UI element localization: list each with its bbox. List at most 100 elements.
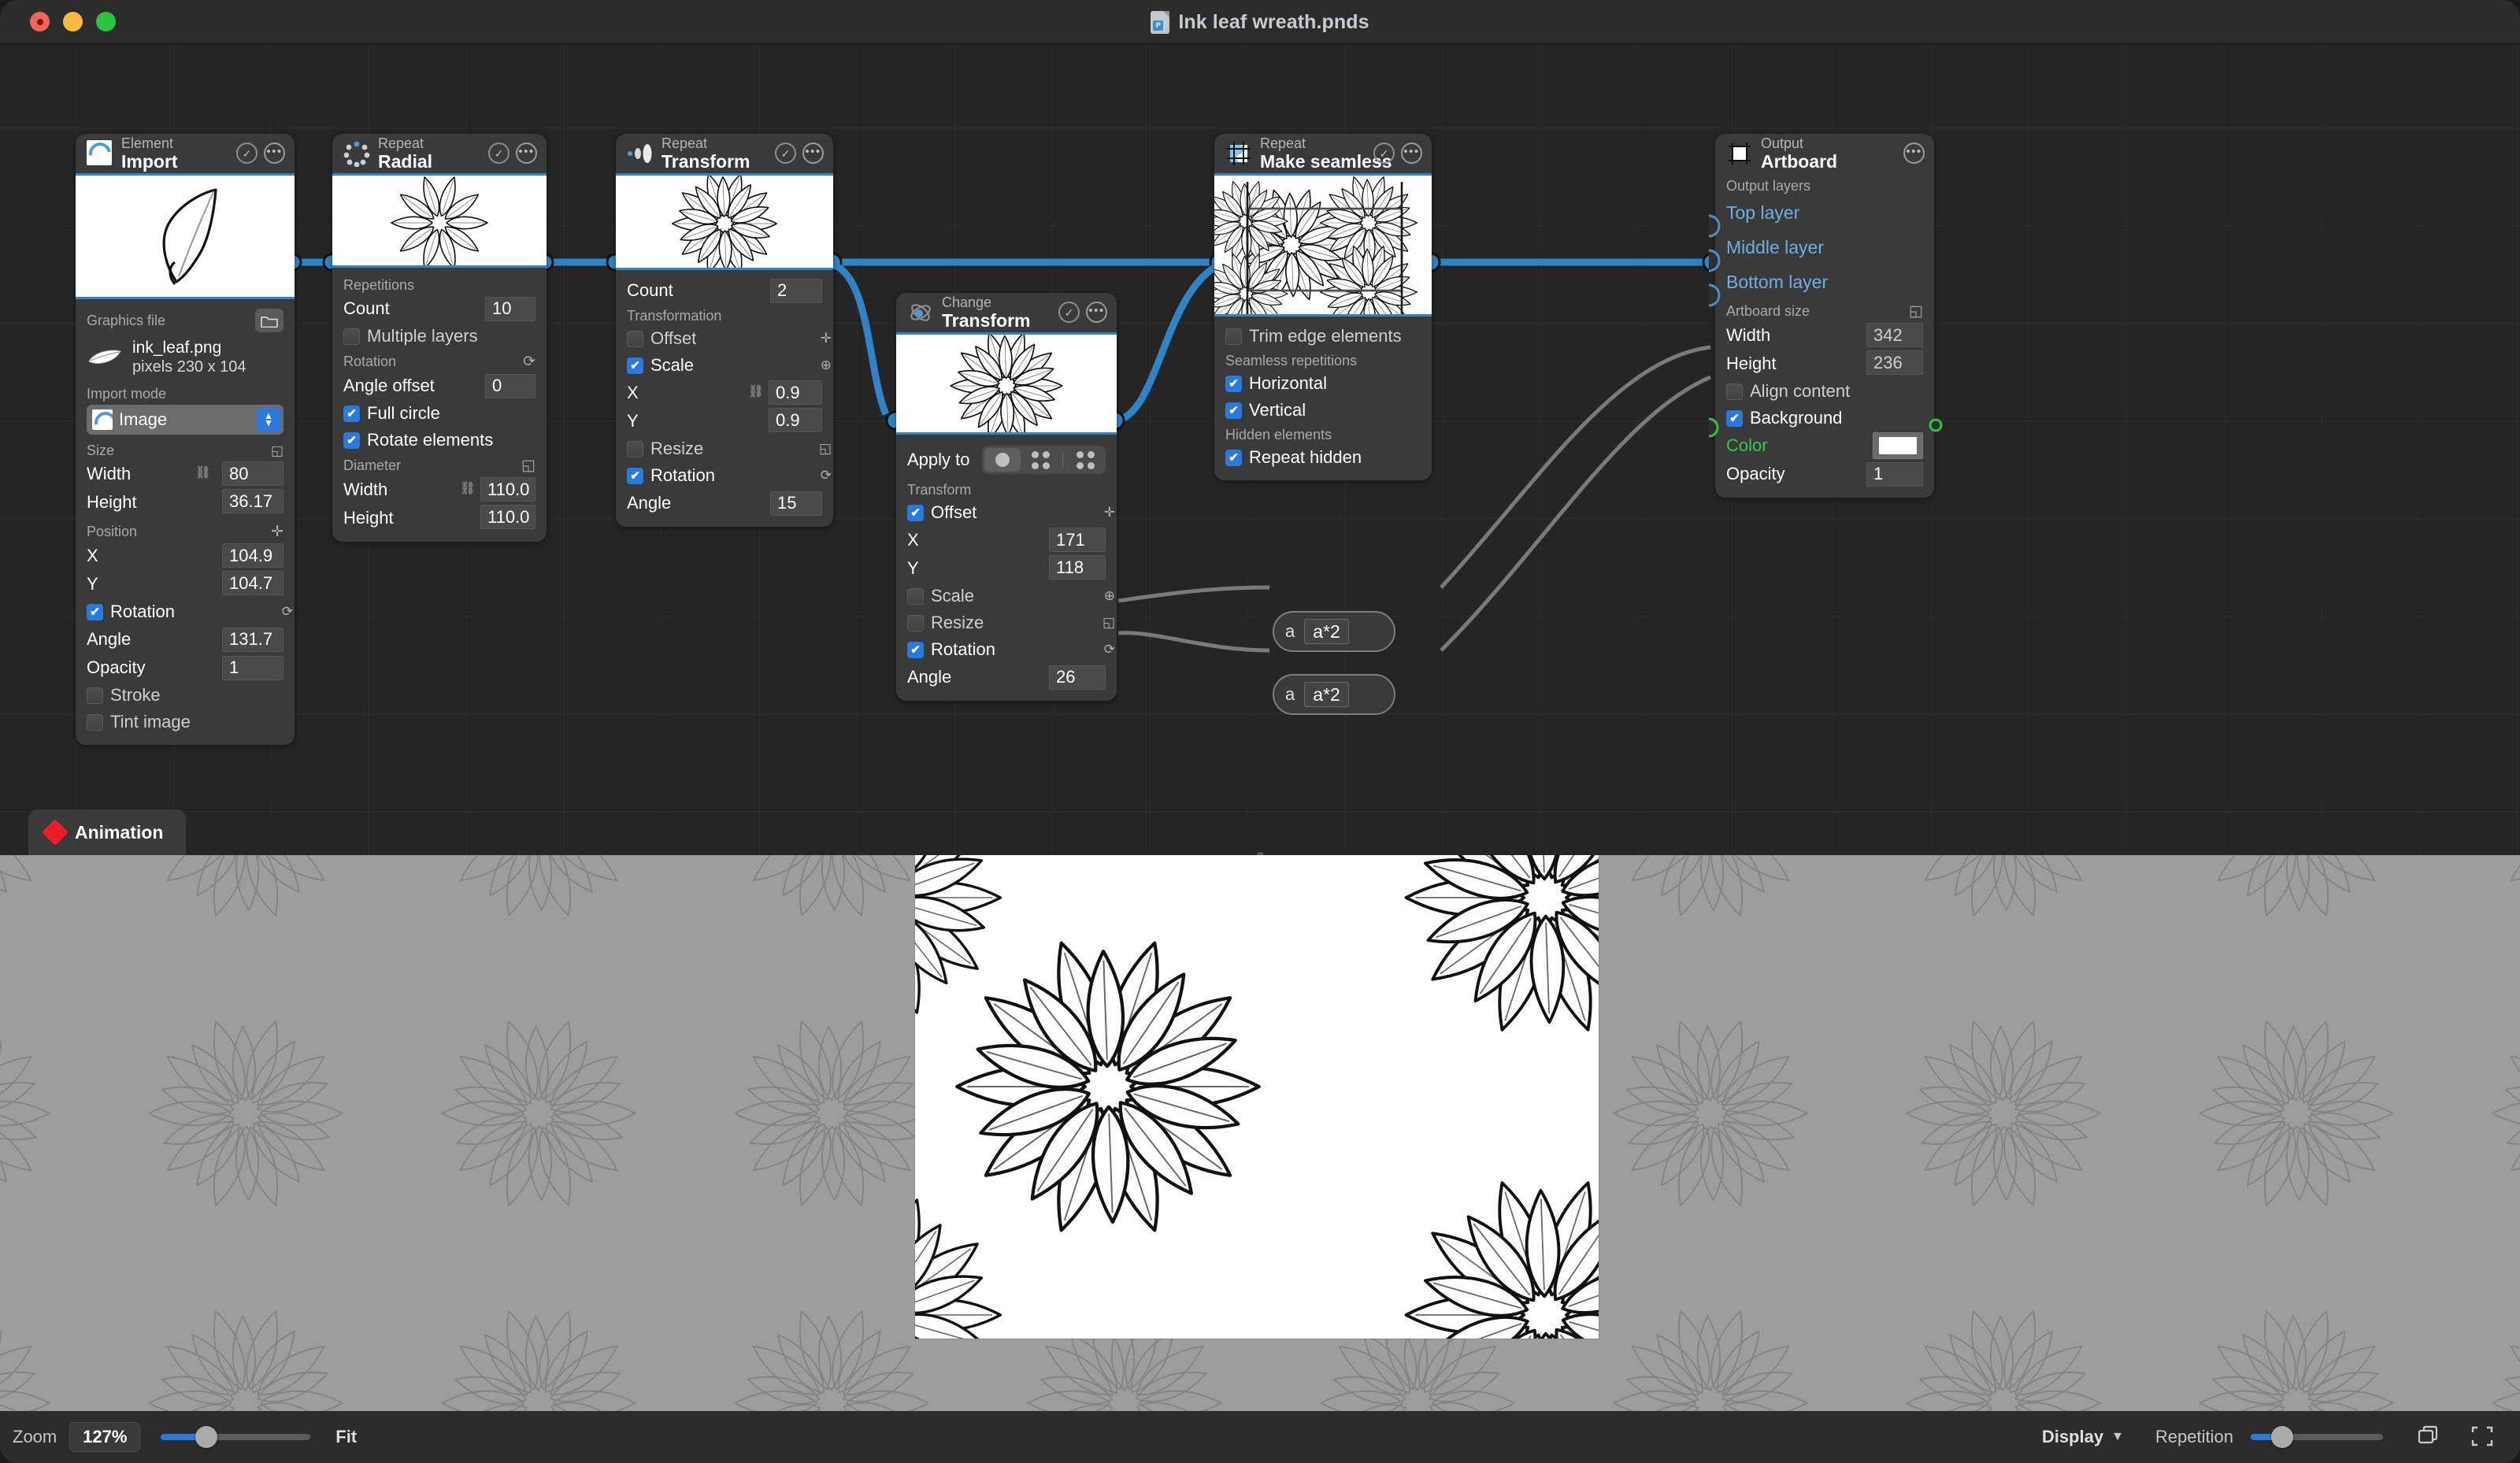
tint-checkbox[interactable] <box>87 713 103 731</box>
opacity-input[interactable]: 1 <box>222 655 284 680</box>
node-menu-icon[interactable]: ••• <box>1903 143 1925 164</box>
repetition-slider[interactable] <box>2251 1426 2383 1448</box>
resize-checkbox[interactable] <box>627 440 643 457</box>
x-row[interactable]: X 104.9 <box>87 542 284 570</box>
repeat-hidden-checkbox[interactable] <box>1225 449 1242 466</box>
file-row[interactable]: ink_leaf.png pixels 230 x 104 <box>87 338 284 376</box>
port-color-in[interactable] <box>1707 417 1725 442</box>
repeat-hidden-row[interactable]: Repeat hidden <box>1225 444 1421 471</box>
node-change-transform[interactable]: Change Transform ✓ ••• Apply to Transfor… <box>896 293 1117 701</box>
apply-to-row[interactable]: Apply to <box>907 441 1106 479</box>
output-top-layer[interactable]: Top layer <box>1726 195 1923 230</box>
stroke-checkbox[interactable] <box>87 687 103 704</box>
color-row[interactable]: Color <box>1726 431 1923 460</box>
link-chain-icon[interactable]: ⛓ <box>748 383 764 399</box>
diameter-width-input[interactable]: 110.0 <box>480 477 536 502</box>
display-menu[interactable]: Display <box>2042 1427 2103 1447</box>
y-input[interactable]: 104.7 <box>222 571 284 596</box>
vertical-row[interactable]: Vertical <box>1225 397 1421 424</box>
zoom-button[interactable] <box>96 12 116 31</box>
rotation-row[interactable]: Rotation ⟳ <box>907 636 1115 663</box>
rotation-checkbox[interactable] <box>907 641 924 658</box>
enable-toggle-icon[interactable]: ✓ <box>1058 302 1080 323</box>
node-menu-icon[interactable]: ••• <box>1401 143 1422 164</box>
resize-row[interactable]: Resize ◱ <box>907 609 1115 636</box>
output-bottom-layer[interactable]: Bottom layer <box>1726 265 1923 299</box>
expression-formula-input[interactable]: a*2 <box>1304 682 1349 707</box>
offset-x-input[interactable]: 171 <box>1049 528 1106 552</box>
pattern-preview-canvas[interactable] <box>0 855 2520 1413</box>
apply-to-segmented-control[interactable] <box>982 446 1106 474</box>
y-row[interactable]: Y 104.7 <box>87 570 284 598</box>
node-menu-icon[interactable]: ••• <box>1086 302 1107 323</box>
node-menu-icon[interactable]: ••• <box>802 143 824 164</box>
port-top-layer[interactable] <box>1707 214 1725 242</box>
node-editor-canvas[interactable]: Element Import ✓ ••• Graphics file ink_l… <box>0 44 2520 855</box>
angle-offset-input[interactable]: 0 <box>485 373 536 398</box>
offset-checkbox[interactable] <box>907 504 924 521</box>
node-import-header[interactable]: Element Import ✓ ••• <box>76 134 295 173</box>
scale-checkbox[interactable] <box>627 357 643 374</box>
angle-input[interactable]: 26 <box>1049 665 1106 690</box>
angle-row[interactable]: Angle 15 <box>627 489 822 517</box>
artboard-height-input[interactable]: 236 <box>1866 350 1923 375</box>
scale-y-input[interactable]: 0.9 <box>769 408 822 432</box>
full-circle-row[interactable]: Full circle <box>343 400 536 427</box>
node-menu-icon[interactable]: ••• <box>516 143 537 164</box>
port-bottom-layer[interactable] <box>1707 283 1725 311</box>
chevron-updown-icon[interactable]: ▲ ▼ <box>257 408 280 432</box>
import-mode-select[interactable]: Image ▲ ▼ <box>87 405 284 435</box>
fit-button[interactable]: Fit <box>335 1427 357 1447</box>
link-chain-icon[interactable]: ⛓ <box>195 465 211 480</box>
apply-to-group-right-option[interactable] <box>1067 448 1103 472</box>
rotation-checkbox-row[interactable]: Rotation ⟳ <box>87 598 293 625</box>
scale-x-row[interactable]: X ⛓ 0.9 <box>627 379 822 407</box>
layers-icon[interactable] <box>2416 1424 2443 1450</box>
output-middle-layer[interactable]: Middle layer <box>1726 230 1923 265</box>
multiple-layers-checkbox[interactable] <box>343 328 360 345</box>
node-radial-header[interactable]: Repeat Radial ✓ ••• <box>332 134 547 173</box>
count-row[interactable]: Count 2 <box>627 276 822 305</box>
width-row[interactable]: Width ⛓ 80 <box>87 460 284 488</box>
angle-row[interactable]: Angle 26 <box>907 663 1106 691</box>
angle-offset-row[interactable]: Angle offset 0 <box>343 372 536 400</box>
animation-tab[interactable]: Animation <box>28 809 186 855</box>
count-row[interactable]: Count 10 <box>343 294 536 323</box>
offset-y-input[interactable]: 118 <box>1049 555 1106 580</box>
full-circle-checkbox[interactable] <box>343 405 360 422</box>
rotation-checkbox[interactable] <box>627 467 643 484</box>
apply-to-single-option[interactable] <box>984 448 1021 472</box>
opacity-row[interactable]: Opacity 1 <box>1726 460 1923 488</box>
chevron-down-icon[interactable]: ▼ <box>2111 1430 2124 1444</box>
node-repeat-transform[interactable]: Repeat Transform ✓ ••• Count 2 Transform <box>616 134 833 527</box>
rotation-checkbox[interactable] <box>87 603 103 620</box>
artboard-preview[interactable] <box>915 855 1599 1339</box>
diameter-height-input[interactable]: 110.0 <box>480 505 536 529</box>
scale-row[interactable]: Scale ⊕ <box>627 352 832 379</box>
folder-icon[interactable] <box>255 309 284 332</box>
background-row[interactable]: Background <box>1726 405 1923 431</box>
expression-node-top[interactable]: a a*2 <box>1273 611 1395 652</box>
node-artboard-header[interactable]: Output Artboard ••• <box>1715 134 1934 173</box>
enable-toggle-icon[interactable]: ✓ <box>1373 143 1395 164</box>
width-input[interactable]: 80 <box>222 461 284 487</box>
diameter-width-row[interactable]: Width ⛓ 110.0 <box>343 476 536 504</box>
offset-y-row[interactable]: Y 118 <box>907 554 1106 583</box>
stroke-checkbox-row[interactable]: Stroke <box>87 682 284 709</box>
count-input[interactable]: 10 <box>485 296 536 321</box>
angle-input[interactable]: 131.7 <box>222 627 284 652</box>
node-change-transform-header[interactable]: Change Transform ✓ ••• <box>896 293 1117 332</box>
count-input[interactable]: 2 <box>770 278 822 303</box>
node-make-seamless-header[interactable]: Repeat Make seamless ✓ ••• <box>1214 134 1432 173</box>
artboard-width-row[interactable]: Width 342 <box>1726 321 1923 350</box>
trim-edge-row[interactable]: Trim edge elements <box>1225 323 1421 350</box>
apply-to-group-left-option[interactable] <box>1022 448 1058 472</box>
rotate-elements-row[interactable]: Rotate elements <box>343 427 536 454</box>
minimize-button[interactable] <box>63 12 83 31</box>
trim-edge-checkbox[interactable] <box>1225 328 1242 345</box>
node-radial[interactable]: Repeat Radial ✓ ••• Repetitions Count 10… <box>332 134 547 542</box>
expression-node-bottom[interactable]: a a*2 <box>1273 674 1395 715</box>
scale-checkbox[interactable] <box>907 587 924 605</box>
opacity-row[interactable]: Opacity 1 <box>87 654 284 682</box>
height-input[interactable]: 36.17 <box>222 489 284 514</box>
